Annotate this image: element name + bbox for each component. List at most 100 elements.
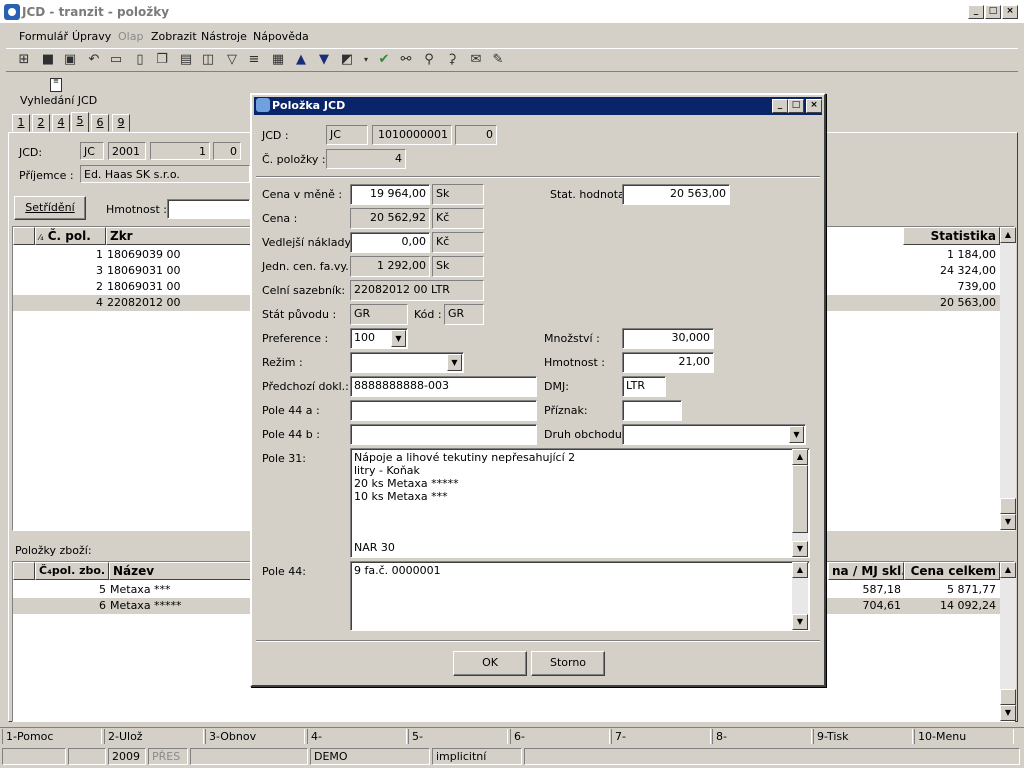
menu-nastroje[interactable]: Nástroje bbox=[201, 30, 247, 43]
quantity-input[interactable]: 30,000 bbox=[622, 328, 714, 349]
fkey-5[interactable]: 5- bbox=[408, 729, 508, 744]
filter-icon[interactable]: ▽ bbox=[224, 52, 240, 68]
tab-9[interactable]: 9 bbox=[112, 114, 130, 132]
menu-upravy[interactable]: Úpravy bbox=[72, 30, 111, 43]
scroll-down-icon[interactable]: ▼ bbox=[1000, 514, 1016, 530]
scroll-thumb[interactable] bbox=[792, 465, 808, 533]
edit-icon[interactable]: ✎ bbox=[490, 52, 506, 68]
trade-type-select[interactable]: ▼ bbox=[622, 424, 806, 445]
col-header-stat[interactable]: Statistika bbox=[903, 227, 1000, 245]
dropdown-icon[interactable]: ▾ bbox=[358, 52, 374, 68]
pole44a-input[interactable] bbox=[350, 400, 537, 421]
cancel-button[interactable]: Storno bbox=[531, 651, 605, 676]
fkey-7[interactable]: 7- bbox=[611, 729, 711, 744]
print-icon[interactable]: ▦ bbox=[270, 52, 286, 68]
fkey-9-print[interactable]: 9-Tisk bbox=[813, 729, 913, 744]
chevron-down-icon[interactable]: ▼ bbox=[447, 354, 462, 371]
scroll-up-icon[interactable]: ▲ bbox=[792, 449, 808, 465]
mail-icon[interactable]: ✉ bbox=[468, 52, 484, 68]
side-costs-input[interactable]: 0,00 bbox=[350, 232, 430, 253]
copy-icon[interactable]: ❐ bbox=[154, 52, 170, 68]
save-icon[interactable]: ■ bbox=[40, 52, 56, 68]
cell-name: Metaxa ***** bbox=[110, 599, 182, 612]
menu-olap[interactable]: Olap bbox=[118, 30, 143, 43]
search-jcd-button[interactable]: ≡ Vyhledání JCD bbox=[12, 74, 97, 110]
minimize-button[interactable]: _ bbox=[968, 5, 984, 19]
price-currency-input[interactable]: 19 964,00 bbox=[350, 184, 430, 205]
binoculars-icon[interactable]: ⚯ bbox=[398, 52, 414, 68]
items-scrollbar[interactable]: ▲ ▼ bbox=[1000, 227, 1016, 530]
undo-icon[interactable]: ↶ bbox=[86, 52, 102, 68]
origin-label: Stát původu : bbox=[262, 308, 337, 321]
scroll-down-icon[interactable]: ▼ bbox=[1000, 705, 1016, 721]
scroll-up-icon[interactable]: ▲ bbox=[792, 562, 808, 578]
cell-pos: 4 bbox=[96, 296, 103, 309]
pole44-textarea[interactable]: 9 fa.č. 0000001 ▲ ▼ bbox=[350, 561, 810, 631]
dlg-weight-input[interactable]: 21,00 bbox=[622, 352, 714, 373]
export-icon[interactable]: ◩ bbox=[339, 52, 355, 68]
col-header-unit-price[interactable]: na / MJ skl. bbox=[828, 562, 904, 580]
filter-list-icon[interactable]: ≡ bbox=[246, 52, 262, 68]
ok-button[interactable]: OK bbox=[453, 651, 527, 676]
pole44-scrollbar[interactable]: ▲ ▼ bbox=[792, 562, 808, 630]
find-next-icon[interactable]: ⚲ bbox=[421, 52, 437, 68]
menu-formular[interactable]: Formulář bbox=[19, 30, 68, 43]
paste-icon[interactable]: ▤ bbox=[178, 52, 194, 68]
col-header-goods-pos[interactable]: Č₄pol. zbo. bbox=[35, 562, 109, 580]
dlg-jcd-number: 1010000001 bbox=[372, 125, 452, 145]
col-header-zkr[interactable]: Zkr bbox=[106, 227, 251, 245]
scroll-thumb[interactable] bbox=[1000, 689, 1016, 705]
col-header-pos[interactable]: ⁄₄ Č. pol. bbox=[35, 227, 106, 245]
tab-5[interactable]: 5 bbox=[71, 112, 89, 133]
fkey-6[interactable]: 6- bbox=[510, 729, 610, 744]
col-header-total[interactable]: Cena celkem bbox=[904, 562, 1000, 580]
pole44a-label: Pole 44 a : bbox=[262, 404, 320, 417]
goods-scrollbar[interactable]: ▲ ▼ bbox=[1000, 562, 1016, 721]
menu-napoveda[interactable]: Nápověda bbox=[253, 30, 309, 43]
tree-icon[interactable]: ⊞ bbox=[16, 52, 32, 68]
pole44b-input[interactable] bbox=[350, 424, 537, 445]
mode-select[interactable]: ▼ bbox=[350, 352, 464, 373]
fkey-3-refresh[interactable]: 3-Obnov bbox=[205, 729, 305, 744]
col-header-name[interactable]: Název bbox=[109, 562, 251, 580]
chevron-down-icon[interactable]: ▼ bbox=[789, 426, 804, 443]
fkey-8[interactable]: 8- bbox=[712, 729, 812, 744]
run-icon[interactable]: ✔ bbox=[376, 52, 392, 68]
menu-zobrazit[interactable]: Zobrazit bbox=[151, 30, 197, 43]
arrow-up-icon[interactable]: ▲ bbox=[293, 52, 309, 68]
tab-6[interactable]: 6 bbox=[91, 114, 109, 132]
sort-button[interactable]: Setřídění bbox=[14, 196, 86, 220]
stat-value-input[interactable]: 20 563,00 bbox=[622, 184, 730, 205]
flag-input[interactable] bbox=[622, 400, 682, 421]
open-icon[interactable]: ▭ bbox=[108, 52, 124, 68]
tab-1[interactable]: 1 bbox=[12, 114, 30, 132]
chevron-down-icon[interactable]: ▼ bbox=[391, 330, 406, 347]
maximize-button[interactable]: □ bbox=[985, 5, 1001, 19]
arrow-down-icon[interactable]: ▼ bbox=[316, 52, 332, 68]
new-icon[interactable]: ▯ bbox=[132, 52, 148, 68]
prev-doc-input[interactable]: 8888888888-003 bbox=[350, 376, 537, 397]
dmj-input[interactable]: LTR bbox=[622, 376, 666, 397]
fkey-4[interactable]: 4- bbox=[307, 729, 407, 744]
fkey-1-help[interactable]: 1-Pomoc bbox=[2, 729, 102, 744]
dialog-minimize-button[interactable]: _ bbox=[772, 99, 788, 113]
scroll-up-icon[interactable]: ▲ bbox=[1000, 562, 1016, 578]
book-icon[interactable]: ◫ bbox=[200, 52, 216, 68]
preference-select[interactable]: 100 ▼ bbox=[350, 328, 408, 349]
pole31-scrollbar[interactable]: ▲ ▼ bbox=[792, 449, 808, 557]
scroll-down-icon[interactable]: ▼ bbox=[792, 541, 808, 557]
weight-input[interactable] bbox=[167, 199, 250, 219]
tab-2[interactable]: 2 bbox=[32, 114, 50, 132]
dialog-maximize-button[interactable]: □ bbox=[788, 99, 804, 113]
save-all-icon[interactable]: ▣ bbox=[62, 52, 78, 68]
close-button[interactable]: × bbox=[1002, 5, 1018, 19]
pole31-textarea[interactable]: Nápoje a lihové tekutiny nepřesahující 2… bbox=[350, 448, 810, 558]
scroll-thumb[interactable] bbox=[1000, 498, 1016, 514]
replace-icon[interactable]: ⚳ bbox=[444, 52, 460, 68]
tab-4[interactable]: 4 bbox=[52, 114, 70, 132]
fkey-10-menu[interactable]: 10-Menu bbox=[914, 729, 1014, 744]
scroll-down-icon[interactable]: ▼ bbox=[792, 614, 808, 630]
dialog-close-button[interactable]: × bbox=[806, 99, 822, 113]
fkey-2-save[interactable]: 2-Ulož bbox=[104, 729, 204, 744]
scroll-up-icon[interactable]: ▲ bbox=[1000, 227, 1016, 243]
